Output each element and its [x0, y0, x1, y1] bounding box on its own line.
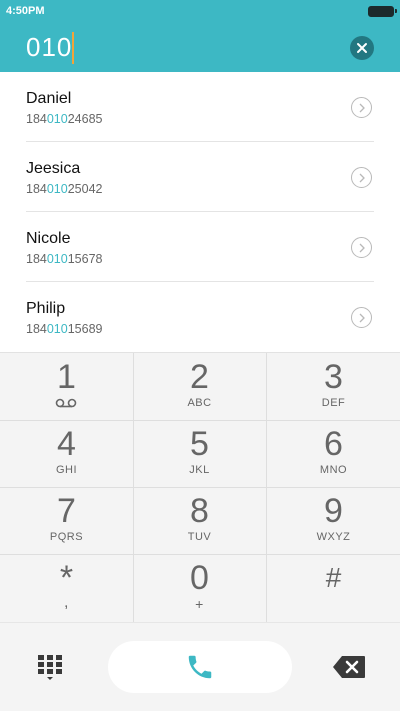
key-digit: 4: [57, 425, 76, 463]
dial-header: 010: [0, 24, 400, 72]
contact-detail-button[interactable]: [351, 237, 372, 258]
key-letters: PQRS: [49, 531, 84, 543]
contact-row[interactable]: Nicole 18401015678: [0, 212, 400, 282]
key-digit: *: [59, 559, 74, 597]
chevron-right-icon: [359, 313, 365, 323]
contact-name: Daniel: [26, 90, 72, 107]
contact-name: Nicole: [26, 230, 71, 247]
divider: [0, 487, 400, 488]
close-icon: [357, 43, 367, 53]
divider: [266, 353, 267, 623]
number-suffix: 24685: [67, 112, 103, 126]
key-9[interactable]: 9 WXYZ: [267, 487, 400, 554]
divider: [0, 554, 400, 555]
contact-number: 18401015689: [26, 322, 102, 336]
number-prefix: 184: [26, 322, 47, 336]
key-digit: 9: [324, 492, 343, 530]
number-match: 010: [46, 112, 68, 126]
number-suffix: 25042: [67, 182, 103, 196]
key-letters: JKL: [189, 464, 210, 476]
number-match: 010: [46, 182, 68, 196]
divider: [133, 353, 134, 623]
number-prefix: 184: [26, 252, 47, 266]
key-letters: MNO: [319, 464, 348, 476]
phone-icon: [188, 655, 212, 679]
contact-results-list: Daniel 18401024685 Jeesica 18401025042 N…: [0, 72, 400, 352]
key-digit: 5: [190, 425, 209, 463]
status-bar: 4:50PM: [0, 0, 400, 24]
key-0[interactable]: 0 +: [133, 554, 266, 621]
key-4[interactable]: 4 GHI: [0, 420, 133, 487]
key-letters: GHI: [55, 464, 78, 476]
number-suffix: 15678: [67, 252, 103, 266]
contact-number: 18401024685: [26, 112, 102, 126]
number-match: 010: [46, 322, 68, 336]
key-digit: 2: [190, 358, 209, 396]
contact-number: 18401015678: [26, 252, 102, 266]
contact-row[interactable]: Jeesica 18401025042: [0, 142, 400, 212]
key-digit: #: [325, 562, 342, 593]
key-digit: 6: [324, 425, 343, 463]
contact-detail-button[interactable]: [351, 97, 372, 118]
key-digit: 8: [190, 492, 209, 530]
status-time: 4:50PM: [6, 5, 45, 17]
key-8[interactable]: 8 TUV: [133, 487, 266, 554]
key-3[interactable]: 3 DEF: [267, 353, 400, 420]
bottom-action-bar: [0, 622, 400, 711]
key-7[interactable]: 7 PQRS: [0, 487, 133, 554]
contact-name: Jeesica: [26, 160, 81, 177]
contact-row[interactable]: Philip 18401015689: [0, 282, 400, 352]
dial-number-input[interactable]: 010: [26, 32, 72, 63]
key-letters: ABC: [187, 397, 212, 409]
key-letters: +: [195, 596, 204, 612]
chevron-right-icon: [359, 103, 365, 113]
contact-name: Philip: [26, 300, 66, 317]
key-letters: ,: [64, 594, 69, 611]
key-digit: 7: [57, 492, 76, 530]
dial-keypad: 1 2 ABC 3 DEF 4 GHI 5 JKL 6 MNO 7 PQRS 8…: [0, 352, 400, 623]
key-letters: DEF: [321, 397, 346, 409]
divider: [0, 420, 400, 421]
key-digit: 0: [190, 559, 209, 597]
number-prefix: 184: [26, 182, 47, 196]
key-2[interactable]: 2 ABC: [133, 353, 266, 420]
contact-detail-button[interactable]: [351, 307, 372, 328]
key-5[interactable]: 5 JKL: [133, 420, 266, 487]
battery-icon: [368, 6, 397, 17]
key-letters: WXYZ: [316, 531, 351, 543]
clear-button[interactable]: [350, 36, 374, 60]
key-letters: TUV: [187, 531, 212, 543]
key-hash[interactable]: #: [267, 554, 400, 621]
key-6[interactable]: 6 MNO: [267, 420, 400, 487]
dialpad-icon[interactable]: [36, 653, 64, 681]
number-suffix: 15689: [67, 322, 103, 336]
contact-number: 18401025042: [26, 182, 102, 196]
key-1[interactable]: 1: [0, 353, 133, 420]
contact-detail-button[interactable]: [351, 167, 372, 188]
key-digit: 1: [57, 358, 76, 396]
key-digit: 3: [324, 358, 343, 396]
backspace-icon[interactable]: [332, 655, 366, 679]
voicemail-icon: [55, 398, 77, 408]
call-button[interactable]: [108, 641, 292, 693]
chevron-right-icon: [359, 243, 365, 253]
contact-row[interactable]: Daniel 18401024685: [0, 72, 400, 142]
number-match: 010: [46, 252, 68, 266]
chevron-right-icon: [359, 173, 365, 183]
text-caret: [72, 32, 74, 64]
key-star[interactable]: * ,: [0, 554, 133, 621]
number-prefix: 184: [26, 112, 47, 126]
